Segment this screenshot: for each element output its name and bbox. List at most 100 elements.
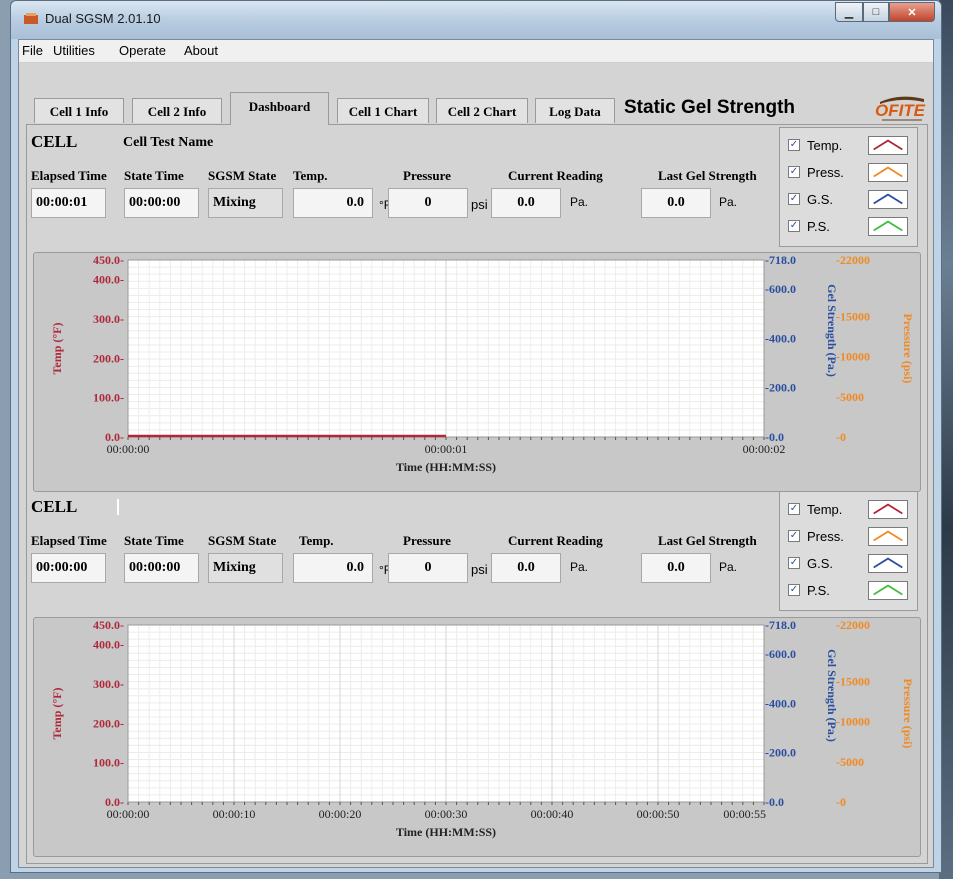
tab-cell2-info[interactable]: Cell 2 Info bbox=[132, 98, 222, 123]
gel-tick-label: -400.0 bbox=[765, 331, 796, 345]
tab-cell1-chart[interactable]: Cell 1 Chart bbox=[337, 98, 429, 123]
title-bar[interactable]: Dual SGSM 2.01.10 ▁ □ ✕ bbox=[11, 1, 941, 39]
legend-label: G.S. bbox=[807, 556, 834, 571]
pressure-tick-label: -15000 bbox=[836, 674, 870, 688]
pressure-tick-label: -10000 bbox=[836, 350, 870, 364]
window-title: Dual SGSM 2.01.10 bbox=[45, 11, 161, 26]
temp-tick-label: 200.0- bbox=[93, 716, 124, 730]
page-title: Static Gel Strength bbox=[624, 97, 796, 118]
tab-cell2-chart[interactable]: Cell 2 Chart bbox=[436, 98, 528, 123]
checkbox-icon[interactable]: ✓ bbox=[788, 139, 800, 151]
cell2-legend-temp[interactable]: ✓ Temp. bbox=[788, 500, 912, 520]
menu-utilities[interactable]: Utilities bbox=[53, 43, 95, 58]
checkbox-icon[interactable]: ✓ bbox=[788, 584, 800, 596]
cell1-legend-temp[interactable]: ✓ Temp. bbox=[788, 136, 912, 156]
gel-tick-label: -0.0 bbox=[765, 430, 784, 444]
menu-operate[interactable]: Operate bbox=[119, 43, 166, 58]
temp-tick-label: 200.0- bbox=[93, 351, 124, 365]
cell2-temp-label: Temp. bbox=[299, 533, 334, 548]
cell2-pressure-field: 0 bbox=[388, 553, 468, 583]
client-area: File Utilities Operate About Cell 1 Info… bbox=[18, 39, 934, 868]
checkbox-icon[interactable]: ✓ bbox=[788, 557, 800, 569]
gel-tick-label: -200.0 bbox=[765, 381, 796, 395]
cell1-legend-press[interactable]: ✓ Press. bbox=[788, 163, 912, 183]
pressure-tick-label: -10000 bbox=[836, 715, 870, 729]
cell2-state-field: Mixing bbox=[208, 553, 283, 583]
cell2-state-time-field: 00:00:00 bbox=[124, 553, 199, 583]
cell2-legend-gs[interactable]: ✓ G.S. bbox=[788, 554, 912, 574]
cell1-current-field: 0.0 bbox=[491, 188, 561, 218]
cell1-pressure-unit: psi bbox=[471, 197, 488, 212]
cell2-state-time-label: State Time bbox=[124, 533, 184, 548]
legend-label: P.S. bbox=[807, 219, 830, 234]
checkbox-icon[interactable]: ✓ bbox=[788, 530, 800, 542]
minimize-icon: ▁ bbox=[844, 6, 854, 19]
legend-label: P.S. bbox=[807, 583, 830, 598]
cell1-test-name: Cell Test Name bbox=[123, 135, 214, 150]
checkbox-icon[interactable]: ✓ bbox=[788, 220, 800, 232]
cell2-test-name-field bbox=[117, 499, 119, 515]
cell1-temp-field: 0.0 bbox=[293, 188, 373, 218]
cell2-state-label: SGSM State bbox=[208, 533, 277, 548]
temp-axis-title: Temp (°F) bbox=[50, 322, 64, 374]
x-tick-label: 00:00:00 bbox=[107, 442, 150, 456]
cell1-state-label: SGSM State bbox=[208, 168, 277, 183]
line-swatch-icon bbox=[868, 163, 908, 182]
x-tick-label: 00:00:40 bbox=[531, 807, 574, 821]
cell2-pressure-unit: psi bbox=[471, 562, 488, 577]
close-button[interactable]: ✕ bbox=[889, 2, 935, 22]
cell1-last-gel-field: 0.0 bbox=[641, 188, 711, 218]
pressure-tick-label: -5000 bbox=[836, 390, 864, 404]
cell1-state-time-label: State Time bbox=[124, 168, 184, 183]
temp-tick-label: 450.0- bbox=[93, 253, 124, 267]
cell1-state-time-field: 00:00:00 bbox=[124, 188, 199, 218]
menu-about[interactable]: About bbox=[184, 43, 218, 58]
menu-file[interactable]: File bbox=[22, 43, 43, 58]
checkbox-icon[interactable]: ✓ bbox=[788, 503, 800, 515]
line-swatch-icon bbox=[868, 136, 908, 155]
temp-tick-label: 0.0- bbox=[105, 430, 124, 444]
cell2-last-gel-label: Last Gel Strength bbox=[658, 533, 757, 548]
line-swatch-icon bbox=[868, 500, 908, 519]
cell2-chart-svg: 00:00:00 00:00:10 00:00:20 00:00:30 00:00:40… bbox=[50, 618, 915, 839]
line-swatch-icon bbox=[868, 581, 908, 600]
x-tick-label: 00:00:00 bbox=[107, 807, 150, 821]
cell2-chart: 00:00:00 00:00:10 00:00:20 00:00:30 00:00:40… bbox=[33, 617, 921, 857]
cell2-legend-ps[interactable]: ✓ P.S. bbox=[788, 581, 912, 601]
cell1-elapsed-label: Elapsed Time bbox=[31, 168, 107, 183]
cell2-last-gel-field: 0.0 bbox=[641, 553, 711, 583]
app-window: Dual SGSM 2.01.10 ▁ □ ✕ File Utilities O… bbox=[10, 0, 942, 873]
line-swatch-icon bbox=[868, 190, 908, 209]
tab-log-data[interactable]: Log Data bbox=[535, 98, 615, 123]
tab-cell1-info[interactable]: Cell 1 Info bbox=[34, 98, 124, 123]
x-axis-title: Time (HH:MM:SS) bbox=[396, 825, 496, 839]
pressure-tick-label: -22000 bbox=[836, 618, 870, 632]
pressure-axis-title: Pressure (psi) bbox=[901, 679, 915, 749]
dashboard-panel: CELL Cell Test Name Elapsed Time State T… bbox=[26, 124, 928, 864]
cell2-legend-press[interactable]: ✓ Press. bbox=[788, 527, 912, 547]
maximize-button[interactable]: □ bbox=[863, 2, 889, 22]
temp-tick-label: 100.0- bbox=[93, 391, 124, 405]
maximize-icon: □ bbox=[872, 6, 880, 18]
x-tick-label: 00:00:02 bbox=[743, 442, 786, 456]
pressure-tick-label: -5000 bbox=[836, 755, 864, 769]
gel-tick-label: -200.0 bbox=[765, 746, 796, 760]
temp-tick-label: 450.0- bbox=[93, 618, 124, 632]
ofite-logo: OFITE bbox=[875, 96, 926, 121]
cell1-legend-ps[interactable]: ✓ P.S. bbox=[788, 217, 912, 237]
checkbox-icon[interactable]: ✓ bbox=[788, 193, 800, 205]
pressure-tick-label: -15000 bbox=[836, 309, 870, 323]
cell1-chart: 00:00:00 00:00:01 00:00:02 Time (HH:MM:SS) 4… bbox=[33, 252, 921, 492]
checkbox-icon[interactable]: ✓ bbox=[788, 166, 800, 178]
legend-label: G.S. bbox=[807, 192, 834, 207]
legend-label: Temp. bbox=[807, 502, 843, 517]
minimize-button[interactable]: ▁ bbox=[835, 2, 863, 22]
legend-label: Press. bbox=[807, 165, 844, 180]
cell2-current-field: 0.0 bbox=[491, 553, 561, 583]
cell1-chart-svg: 00:00:00 00:00:01 00:00:02 Time (HH:MM:SS) 4… bbox=[50, 253, 915, 474]
pressure-axis-title: Pressure (psi) bbox=[901, 314, 915, 384]
tab-dashboard[interactable]: Dashboard bbox=[230, 92, 329, 125]
temp-tick-label: 0.0- bbox=[105, 795, 124, 809]
gel-tick-label: -0.0 bbox=[765, 795, 784, 809]
cell1-legend-gs[interactable]: ✓ G.S. bbox=[788, 190, 912, 210]
